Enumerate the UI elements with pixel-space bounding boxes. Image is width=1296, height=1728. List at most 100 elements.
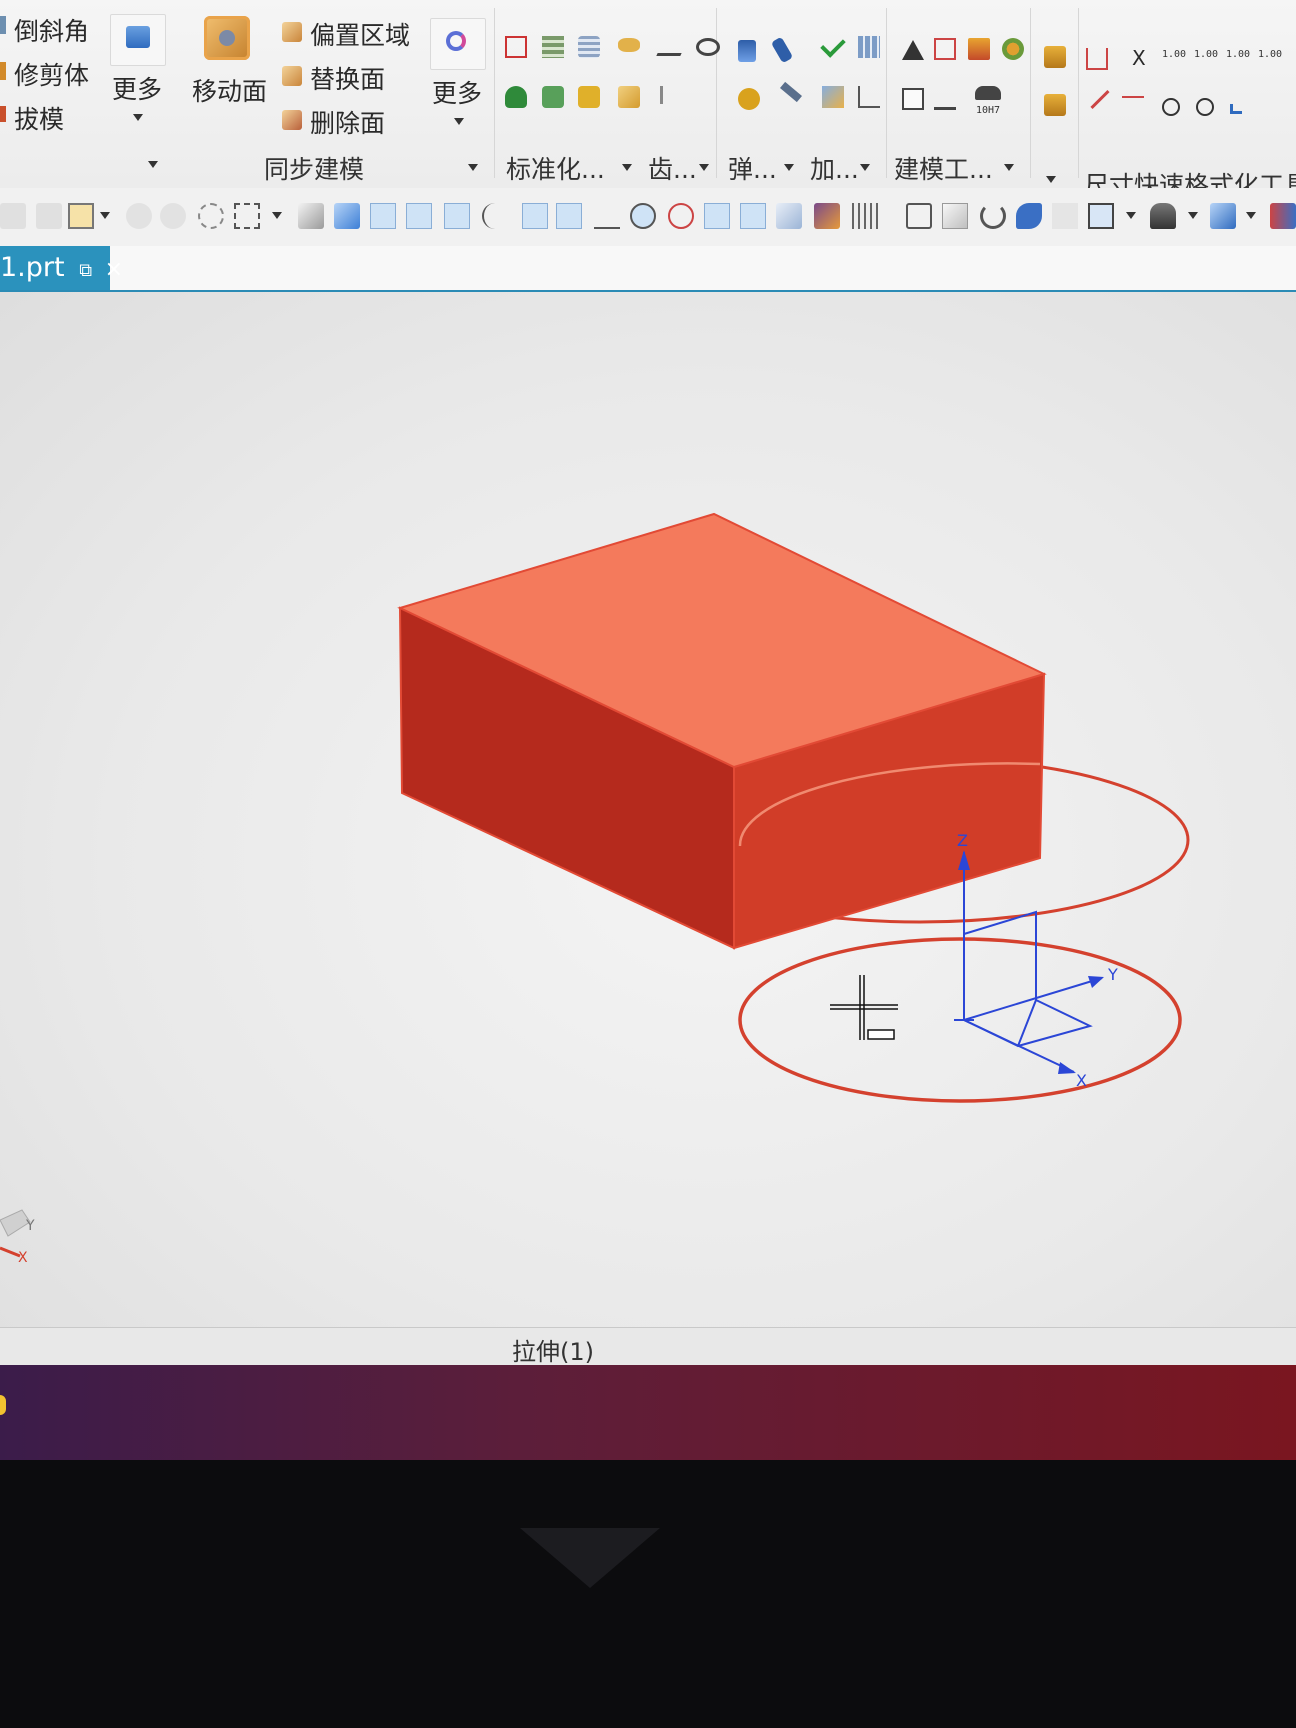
spline-b-icon[interactable] bbox=[556, 203, 582, 229]
render-style-icon[interactable] bbox=[1088, 203, 1114, 229]
more-label-2: 更多 bbox=[432, 79, 483, 108]
snap-b-icon[interactable] bbox=[160, 203, 186, 229]
face-point-icon[interactable] bbox=[776, 203, 802, 229]
dim-dropdown-icon[interactable] bbox=[1046, 176, 1056, 183]
dim-value-2[interactable]: 1.00 bbox=[1192, 50, 1220, 60]
dim-radius-icon[interactable] bbox=[1122, 96, 1144, 108]
std-gear-icon[interactable] bbox=[578, 86, 600, 108]
view-zoom-icon[interactable] bbox=[942, 203, 968, 229]
arrow-select-icon[interactable] bbox=[36, 203, 62, 229]
move-face-label: 移动面 bbox=[192, 77, 268, 106]
separator bbox=[494, 8, 495, 178]
selection-dropdown-icon[interactable] bbox=[100, 212, 110, 219]
std-db-icon[interactable] bbox=[578, 36, 600, 58]
rotate-view-icon[interactable] bbox=[980, 203, 1006, 229]
layer-icon[interactable] bbox=[822, 86, 844, 108]
datum-csys[interactable] bbox=[954, 850, 1104, 1074]
separator bbox=[716, 8, 717, 178]
spring-a-icon[interactable] bbox=[656, 40, 688, 56]
status-bar: 拉伸(1) bbox=[0, 1327, 1296, 1366]
gear-tooth-icon[interactable] bbox=[618, 38, 640, 52]
table-tool-icon[interactable] bbox=[858, 36, 880, 58]
render-dropdown-icon[interactable] bbox=[1126, 212, 1136, 219]
center-point-icon[interactable] bbox=[630, 203, 656, 229]
tab-part-file[interactable]: 1.prt ⧉ × bbox=[0, 246, 123, 290]
slash-point-icon[interactable] bbox=[740, 203, 766, 229]
std-tool-icon[interactable] bbox=[542, 86, 564, 108]
std-stack-icon[interactable] bbox=[542, 36, 564, 58]
snap-a-icon[interactable] bbox=[126, 203, 152, 229]
display-cube-icon[interactable] bbox=[1210, 203, 1236, 229]
tolerance-icon[interactable] bbox=[975, 86, 1001, 100]
dim-close-label[interactable]: X bbox=[1132, 46, 1146, 70]
dim-slash-icon[interactable] bbox=[1090, 89, 1110, 110]
taskbar-app-icon[interactable] bbox=[0, 1395, 6, 1415]
tab-popout-icon[interactable]: ⧉ bbox=[79, 260, 92, 281]
spring-d-icon[interactable] bbox=[738, 88, 760, 110]
dim-align-icon[interactable] bbox=[1086, 48, 1108, 70]
undo-arrow-icon[interactable] bbox=[1230, 104, 1242, 114]
gear-box-icon[interactable] bbox=[618, 86, 640, 108]
orient-dropdown-icon[interactable] bbox=[1188, 212, 1198, 219]
measure-icon[interactable] bbox=[934, 88, 956, 110]
select-filter-icon[interactable] bbox=[0, 203, 26, 229]
check-icon[interactable] bbox=[820, 32, 846, 58]
link-icon[interactable] bbox=[1002, 38, 1024, 60]
selection-box-icon[interactable] bbox=[68, 203, 94, 229]
snap-c-icon[interactable] bbox=[198, 203, 224, 229]
cross-point-icon[interactable] bbox=[704, 203, 730, 229]
perspective-icon[interactable] bbox=[1052, 203, 1078, 229]
flag-icon[interactable] bbox=[968, 38, 990, 60]
more-dropdown-icon-1 bbox=[133, 114, 143, 121]
rect-select-icon[interactable] bbox=[234, 203, 260, 229]
line-snap-icon[interactable] bbox=[406, 203, 432, 229]
curve-icon[interactable] bbox=[482, 203, 508, 229]
view-fit-icon[interactable] bbox=[906, 203, 932, 229]
perpendicular-icon[interactable] bbox=[594, 203, 620, 229]
graphics-viewport[interactable]: Z Y X Y X bbox=[0, 292, 1296, 1327]
orient-view-icon[interactable] bbox=[1150, 203, 1176, 229]
note-icon[interactable] bbox=[902, 88, 924, 110]
status-text: 拉伸(1) bbox=[512, 1338, 594, 1366]
pen-icon[interactable] bbox=[770, 36, 794, 64]
gear-dropdown-icon[interactable] bbox=[699, 164, 709, 171]
spline-a-icon[interactable] bbox=[522, 203, 548, 229]
display-dropdown-icon[interactable] bbox=[1246, 212, 1256, 219]
spring-c-icon[interactable] bbox=[738, 40, 756, 62]
section-view-icon[interactable] bbox=[1270, 203, 1296, 229]
std-part-icon[interactable] bbox=[505, 36, 527, 58]
dim-value-4[interactable]: 1.00 bbox=[1256, 50, 1284, 60]
dim-value-1[interactable]: 1.00 bbox=[1160, 50, 1188, 60]
trim-body-label: 修剪体 bbox=[14, 61, 90, 90]
body-snap-icon[interactable] bbox=[814, 203, 840, 229]
rect-dropdown-icon[interactable] bbox=[272, 212, 282, 219]
axis-tool-icon[interactable] bbox=[858, 86, 880, 108]
stack-b-icon[interactable] bbox=[1044, 94, 1066, 116]
chamfer-label: 倒斜角 bbox=[14, 17, 90, 46]
circle-point-icon[interactable] bbox=[668, 203, 694, 229]
pan-view-icon[interactable] bbox=[1016, 203, 1042, 229]
grid-snap-icon[interactable] bbox=[852, 203, 878, 229]
triangle-icon[interactable] bbox=[902, 40, 924, 60]
sync-group-dropdown-icon[interactable] bbox=[468, 164, 478, 171]
report-icon[interactable] bbox=[934, 38, 956, 60]
solid-view-icon[interactable] bbox=[298, 203, 324, 229]
snap-point-icon[interactable] bbox=[370, 203, 396, 229]
move-arrows-icon bbox=[219, 30, 235, 46]
spring-b-icon[interactable] bbox=[696, 38, 720, 56]
tab-close-icon[interactable]: × bbox=[105, 257, 123, 282]
dim-value-3[interactable]: 1.00 bbox=[1224, 50, 1252, 60]
cube-view-icon[interactable] bbox=[334, 203, 360, 229]
wrench-icon[interactable] bbox=[780, 81, 802, 103]
endpoint-icon[interactable] bbox=[444, 203, 470, 229]
diameter-icon[interactable] bbox=[1162, 98, 1180, 116]
machining-dropdown-icon[interactable] bbox=[860, 164, 870, 171]
gear-list-icon[interactable] bbox=[660, 86, 680, 104]
std-dropdown-icon[interactable] bbox=[622, 164, 632, 171]
stack-a-icon[interactable] bbox=[1044, 46, 1066, 68]
edit-group-dropdown-icon[interactable] bbox=[148, 161, 158, 168]
modeling-tools-dropdown-icon[interactable] bbox=[1004, 164, 1014, 171]
diameter-alt-icon[interactable] bbox=[1196, 98, 1214, 116]
std-part-alt-icon[interactable] bbox=[505, 86, 527, 108]
spring-dropdown-icon[interactable] bbox=[784, 164, 794, 171]
